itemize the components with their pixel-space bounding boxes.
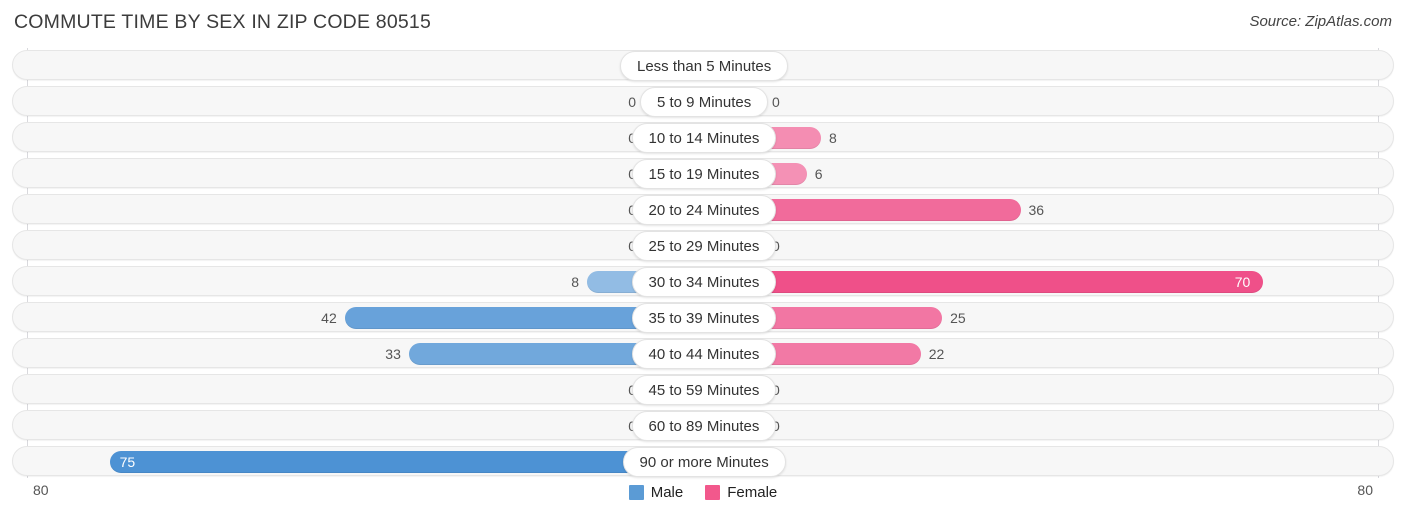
category-label: 20 to 24 Minutes	[631, 195, 777, 225]
chart-header: COMMUTE TIME BY SEX IN ZIP CODE 80515 So…	[0, 0, 1406, 46]
value-label-male: 33	[385, 346, 401, 362]
category-label: 45 to 59 Minutes	[631, 375, 777, 405]
chart-footer: 80 80 Male Female	[0, 478, 1406, 523]
value-label-female: 6	[814, 166, 823, 182]
category-label: 60 to 89 Minutes	[631, 411, 777, 441]
legend-item-male[interactable]: Male	[628, 484, 684, 501]
legend-swatch-icon	[628, 485, 644, 500]
value-label-female: 0	[772, 94, 780, 110]
table-row: 0615 to 19 Minutes	[12, 158, 1394, 189]
table-row: 42 25 35 to 39 Minutes	[12, 302, 1394, 333]
bar-female	[704, 271, 1263, 293]
bar-male	[109, 451, 704, 473]
value-label-male: 0	[628, 94, 636, 110]
table-row: 33 22 40 to 44 Minutes	[12, 338, 1394, 369]
table-row: 03620 to 24 Minutes	[12, 194, 1394, 225]
legend-label: Male	[650, 484, 684, 501]
table-row: 75090 or more Minutes	[12, 446, 1394, 477]
category-label: 30 to 34 Minutes	[631, 267, 777, 297]
value-label-male: 8	[571, 274, 579, 290]
value-label-female: 36	[1028, 202, 1045, 218]
legend-item-female[interactable]: Female	[705, 484, 777, 501]
value-label-female: 70	[1234, 274, 1251, 290]
category-label: 25 to 29 Minutes	[631, 231, 777, 261]
category-label: 5 to 9 Minutes	[640, 87, 769, 117]
table-row: 0045 to 59 Minutes	[12, 374, 1394, 405]
category-label: Less than 5 Minutes	[620, 51, 789, 81]
chart-legend: Male Female	[0, 484, 1406, 501]
table-row: 0060 to 89 Minutes	[12, 410, 1394, 441]
chart-plot-area: 00Less than 5 Minutes 0 05 to 9 Minutes0 8 1…	[0, 46, 1406, 478]
table-row: 0025 to 29 Minutes	[12, 230, 1394, 261]
legend-swatch-icon	[705, 485, 721, 500]
value-label-female: 22	[928, 346, 945, 362]
table-row: 0 05 to 9 Minutes	[12, 86, 1394, 117]
source-attribution: Source: ZipAtlas.com	[1249, 13, 1392, 30]
category-label: 10 to 14 Minutes	[631, 123, 777, 153]
value-label-male: 42	[321, 310, 337, 326]
table-row: 00Less than 5 Minutes	[12, 50, 1394, 81]
page-title: COMMUTE TIME BY SEX IN ZIP CODE 80515	[14, 11, 432, 33]
value-label-female: 8	[829, 130, 837, 146]
value-label-female: 25	[950, 310, 966, 326]
table-row: 8 70 30 to 34 Minutes	[12, 266, 1394, 297]
category-label: 90 or more Minutes	[622, 447, 786, 477]
legend-label: Female	[727, 484, 778, 501]
category-label: 15 to 19 Minutes	[631, 159, 777, 189]
table-row: 0810 to 14 Minutes	[12, 122, 1394, 153]
value-label-male: 75	[119, 454, 136, 470]
category-label: 35 to 39 Minutes	[631, 303, 777, 333]
category-label: 40 to 44 Minutes	[631, 339, 777, 369]
